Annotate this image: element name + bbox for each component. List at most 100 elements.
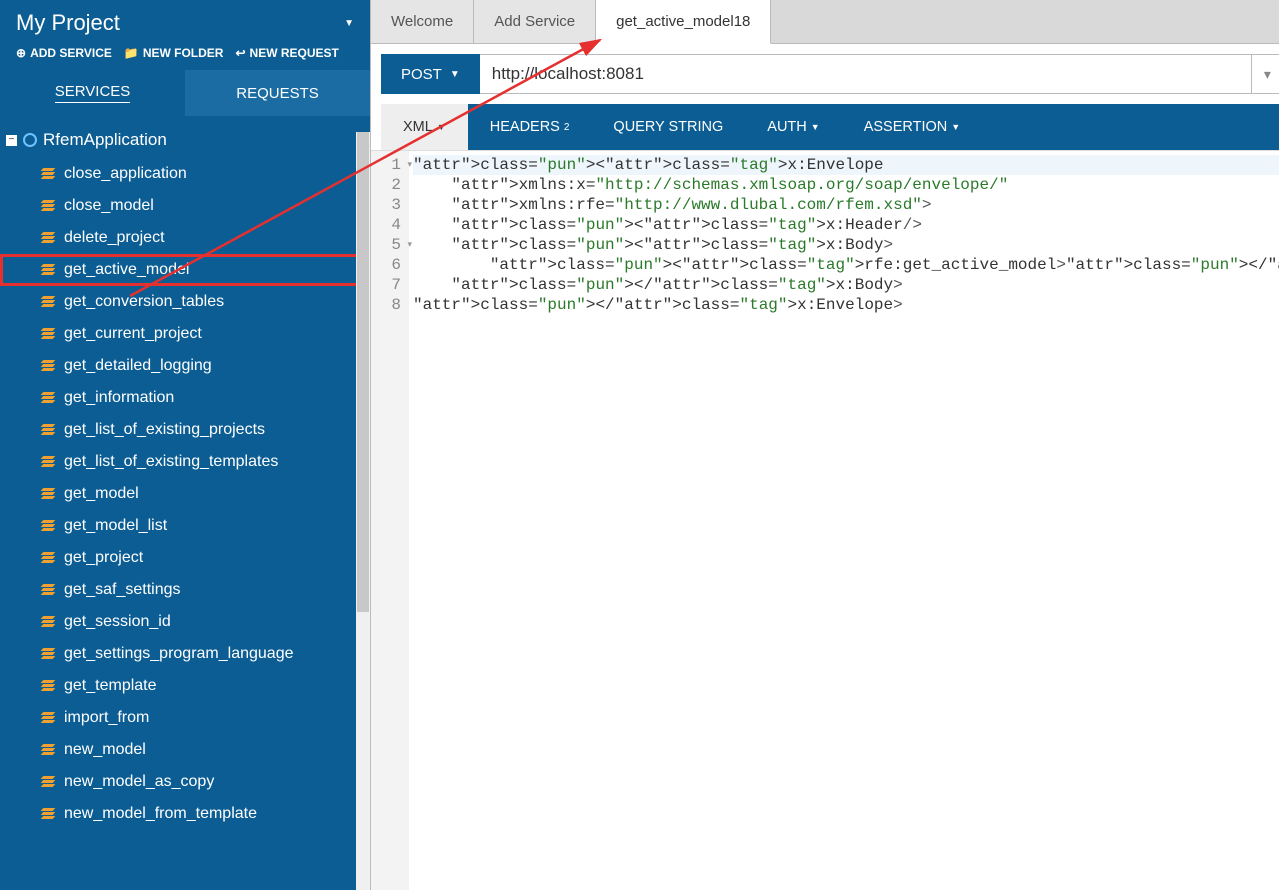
main-area: Welcome Add Service get_active_model18 ⟳…: [370, 0, 1279, 890]
service-tree: − RfemApplication close_applicationclose…: [0, 116, 370, 890]
tree-root[interactable]: − RfemApplication: [0, 122, 370, 158]
tree-root-label: RfemApplication: [43, 130, 167, 150]
tab-active-request[interactable]: get_active_model18: [596, 0, 771, 44]
layer-icon: [42, 328, 54, 340]
tree-item-label: get_active_model: [64, 261, 189, 279]
add-service-button[interactable]: ⊕ ADD SERVICE: [16, 46, 112, 60]
tree-item-label: get_list_of_existing_projects: [64, 421, 265, 439]
tab-services[interactable]: SERVICES: [0, 70, 185, 116]
layer-icon: [42, 264, 54, 276]
layer-icon: [42, 360, 54, 372]
tree-item[interactable]: close_application: [0, 158, 370, 190]
tree-item[interactable]: get_settings_program_language: [0, 638, 370, 670]
url-input[interactable]: [480, 54, 1252, 94]
tree-item-label: get_information: [64, 389, 174, 407]
code-editor[interactable]: 12345678 "attr">class="pun"><"attr">clas…: [371, 150, 1279, 890]
request-icon: ↩: [235, 46, 245, 60]
layer-icon: [42, 616, 54, 628]
tree-item-label: get_session_id: [64, 613, 171, 631]
chevron-down-icon: ▼: [450, 69, 460, 80]
layer-icon: [42, 712, 54, 724]
tree-item[interactable]: get_detailed_logging: [0, 350, 370, 382]
new-request-button[interactable]: ↩ NEW REQUEST: [235, 46, 338, 60]
layer-icon: [42, 456, 54, 468]
tree-item[interactable]: get_current_project: [0, 318, 370, 350]
tree-item-label: import_from: [64, 709, 149, 727]
layer-icon: [42, 424, 54, 436]
layer-icon: [42, 776, 54, 788]
tree-item-label: get_detailed_logging: [64, 357, 212, 375]
layer-icon: [42, 488, 54, 500]
tree-item[interactable]: get_conversion_tables: [0, 286, 370, 318]
tree-item-label: get_saf_settings: [64, 581, 181, 599]
chevron-down-icon: ▼: [951, 122, 960, 132]
add-service-label: ADD SERVICE: [30, 46, 112, 60]
tree-item[interactable]: get_template: [0, 670, 370, 702]
tree-item[interactable]: get_list_of_existing_projects: [0, 414, 370, 446]
folder-icon: 📁: [124, 46, 139, 60]
subtab-xml[interactable]: XML ▼: [381, 104, 468, 150]
layer-icon: [42, 200, 54, 212]
layer-icon: [42, 552, 54, 564]
tree-item-label: get_project: [64, 549, 143, 567]
tree-item-label: get_template: [64, 677, 157, 695]
tree-item-label: get_model_list: [64, 517, 167, 535]
tree-item[interactable]: new_model_from_template: [0, 798, 370, 830]
tree-item-label: close_model: [64, 197, 154, 215]
project-menu-caret-icon[interactable]: ▼: [344, 18, 354, 29]
request-subtabs: XML ▼ HEADERS2 QUERY STRING AUTH ▼ ASSER…: [381, 104, 1279, 150]
sidebar: My Project ▼ ⊕ ADD SERVICE 📁 NEW FOLDER …: [0, 0, 370, 890]
tree-item-label: new_model: [64, 741, 146, 759]
new-folder-button[interactable]: 📁 NEW FOLDER: [124, 46, 224, 60]
subtab-headers[interactable]: HEADERS2: [468, 104, 592, 150]
tree-item[interactable]: get_session_id: [0, 606, 370, 638]
chevron-down-icon: ▼: [437, 122, 446, 132]
tree-item[interactable]: get_information: [0, 382, 370, 414]
tab-add-service[interactable]: Add Service: [474, 0, 596, 43]
tab-requests[interactable]: REQUESTS: [185, 70, 370, 116]
tree-item[interactable]: get_active_model: [0, 254, 370, 286]
tab-welcome[interactable]: Welcome: [371, 0, 474, 43]
layer-icon: [42, 584, 54, 596]
subtab-auth[interactable]: AUTH ▼: [745, 104, 841, 150]
layer-icon: [42, 392, 54, 404]
globe-icon: [23, 133, 37, 147]
layer-icon: [42, 808, 54, 820]
headers-count-badge: 2: [564, 122, 570, 133]
tree-item[interactable]: get_list_of_existing_templates: [0, 446, 370, 478]
new-folder-label: NEW FOLDER: [143, 46, 224, 60]
tree-item-label: new_model_from_template: [64, 805, 257, 823]
tree-item[interactable]: delete_project: [0, 222, 370, 254]
collapse-icon[interactable]: −: [6, 135, 17, 146]
editor-gutter: 12345678: [371, 151, 409, 890]
tree-item[interactable]: new_model_as_copy: [0, 766, 370, 798]
tree-item-label: get_conversion_tables: [64, 293, 224, 311]
tree-item[interactable]: get_model_list: [0, 510, 370, 542]
chevron-down-icon: ▼: [811, 122, 820, 132]
tree-item[interactable]: get_project: [0, 542, 370, 574]
layer-icon: [42, 520, 54, 532]
method-label: POST: [401, 66, 442, 83]
layer-icon: [42, 296, 54, 308]
tree-item[interactable]: import_from: [0, 702, 370, 734]
layer-icon: [42, 648, 54, 660]
layer-icon: [42, 680, 54, 692]
tree-item[interactable]: get_saf_settings: [0, 574, 370, 606]
project-title[interactable]: My Project: [16, 10, 120, 36]
tree-scrollbar[interactable]: [356, 132, 370, 890]
tree-item-label: get_settings_program_language: [64, 645, 294, 663]
method-select[interactable]: POST ▼: [381, 54, 480, 94]
subtab-assertion[interactable]: ASSERTION ▼: [842, 104, 982, 150]
tree-scrollbar-thumb[interactable]: [357, 132, 369, 612]
subtab-query[interactable]: QUERY STRING: [591, 104, 745, 150]
tree-item-label: delete_project: [64, 229, 165, 247]
tree-item[interactable]: close_model: [0, 190, 370, 222]
url-history-caret[interactable]: ▾: [1252, 54, 1279, 94]
tree-item-label: get_model: [64, 485, 139, 503]
tree-item[interactable]: new_model: [0, 734, 370, 766]
tree-item-label: get_current_project: [64, 325, 202, 343]
tree-item[interactable]: get_model: [0, 478, 370, 510]
tree-item-label: get_list_of_existing_templates: [64, 453, 278, 471]
editor-content[interactable]: "attr">class="pun"><"attr">class="tag">x…: [409, 151, 1279, 890]
topbar: Welcome Add Service get_active_model18 ⟳…: [371, 0, 1279, 44]
